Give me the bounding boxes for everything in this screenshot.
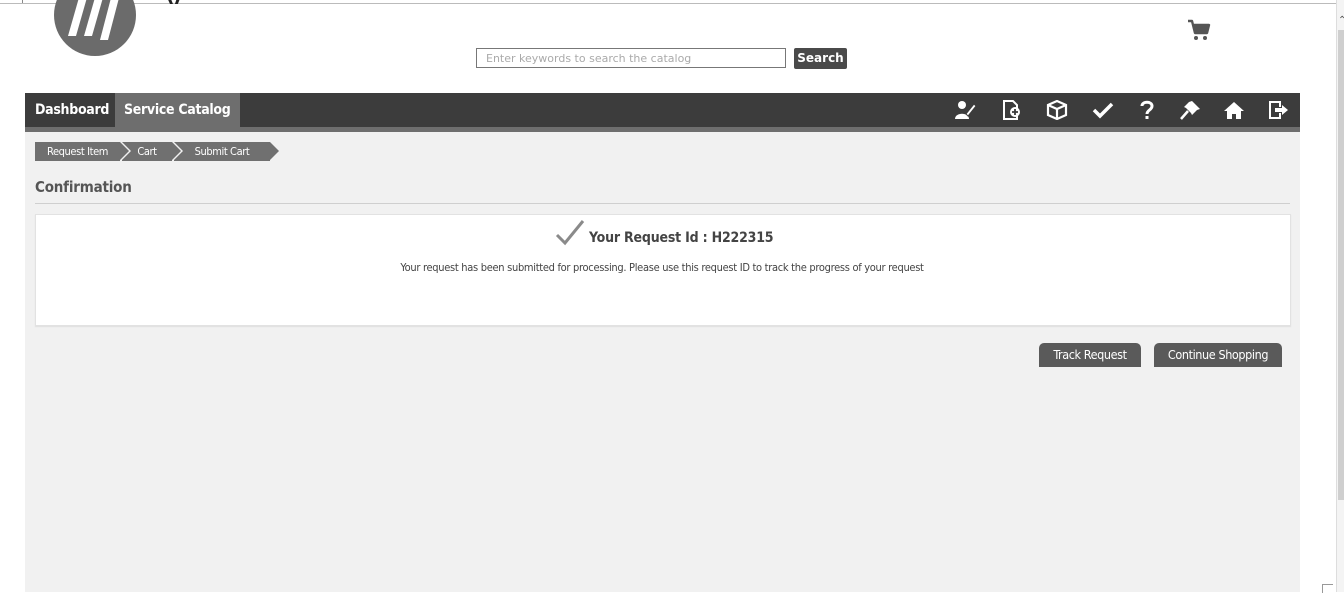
request-edit-icon[interactable] (954, 100, 976, 120)
page-title: Confirmation (35, 178, 132, 196)
nav-service-catalog[interactable]: Service Catalog (115, 93, 240, 127)
cart-icon[interactable] (1186, 18, 1212, 42)
search-input[interactable] (476, 48, 786, 68)
track-request-button[interactable]: Track Request (1039, 343, 1141, 367)
pin-icon[interactable] (1179, 100, 1201, 120)
home-icon[interactable] (1223, 100, 1245, 120)
scroll-up-icon[interactable]: ⌃ (1338, 16, 1344, 26)
help-icon[interactable] (1136, 100, 1158, 120)
request-id: Your Request Id : H222315 (589, 230, 774, 246)
continue-shopping-button[interactable]: Continue Shopping (1154, 343, 1282, 367)
add-document-icon[interactable] (1001, 100, 1023, 120)
scrollbar-thumb[interactable] (1338, 30, 1344, 500)
top-border (0, 3, 1344, 4)
nav-dashboard[interactable]: Dashboard (35, 93, 109, 127)
logo-text-remnant: y (168, 0, 184, 4)
confirmation-message: Your request has been submitted for proc… (400, 261, 924, 274)
hp-logo[interactable] (54, 0, 136, 56)
breadcrumb-cart[interactable]: Cart (122, 142, 181, 161)
breadcrumb-submit-cart[interactable]: Submit Cart (174, 142, 279, 161)
logout-icon[interactable] (1267, 100, 1289, 120)
breadcrumb-request-item[interactable]: Request Item (35, 142, 129, 161)
checkmark-icon (555, 219, 585, 247)
package-icon[interactable] (1046, 100, 1068, 120)
search-button[interactable]: Search (794, 48, 847, 69)
main-navbar: Dashboard Service Catalog (25, 93, 1300, 132)
approve-check-icon[interactable] (1092, 100, 1114, 120)
scrollbar[interactable]: ⌃ (1336, 0, 1344, 592)
divider (35, 203, 1290, 204)
